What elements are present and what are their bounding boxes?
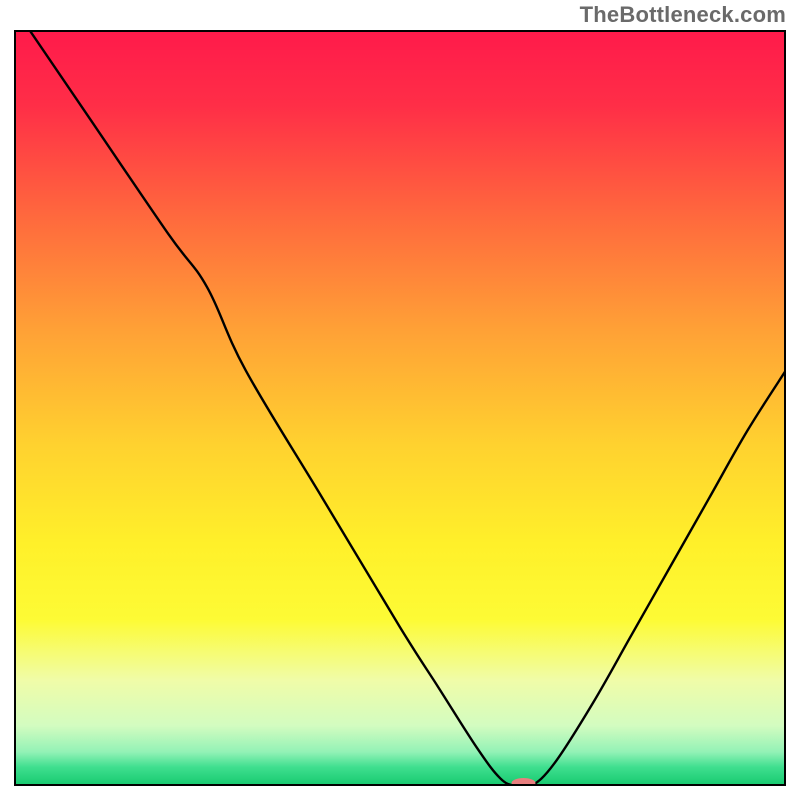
- chart-container: TheBottleneck.com: [0, 0, 800, 800]
- watermark-text: TheBottleneck.com: [580, 2, 786, 28]
- chart-svg: [14, 30, 786, 786]
- chart-plot-area: [14, 30, 786, 786]
- chart-background: [14, 30, 786, 786]
